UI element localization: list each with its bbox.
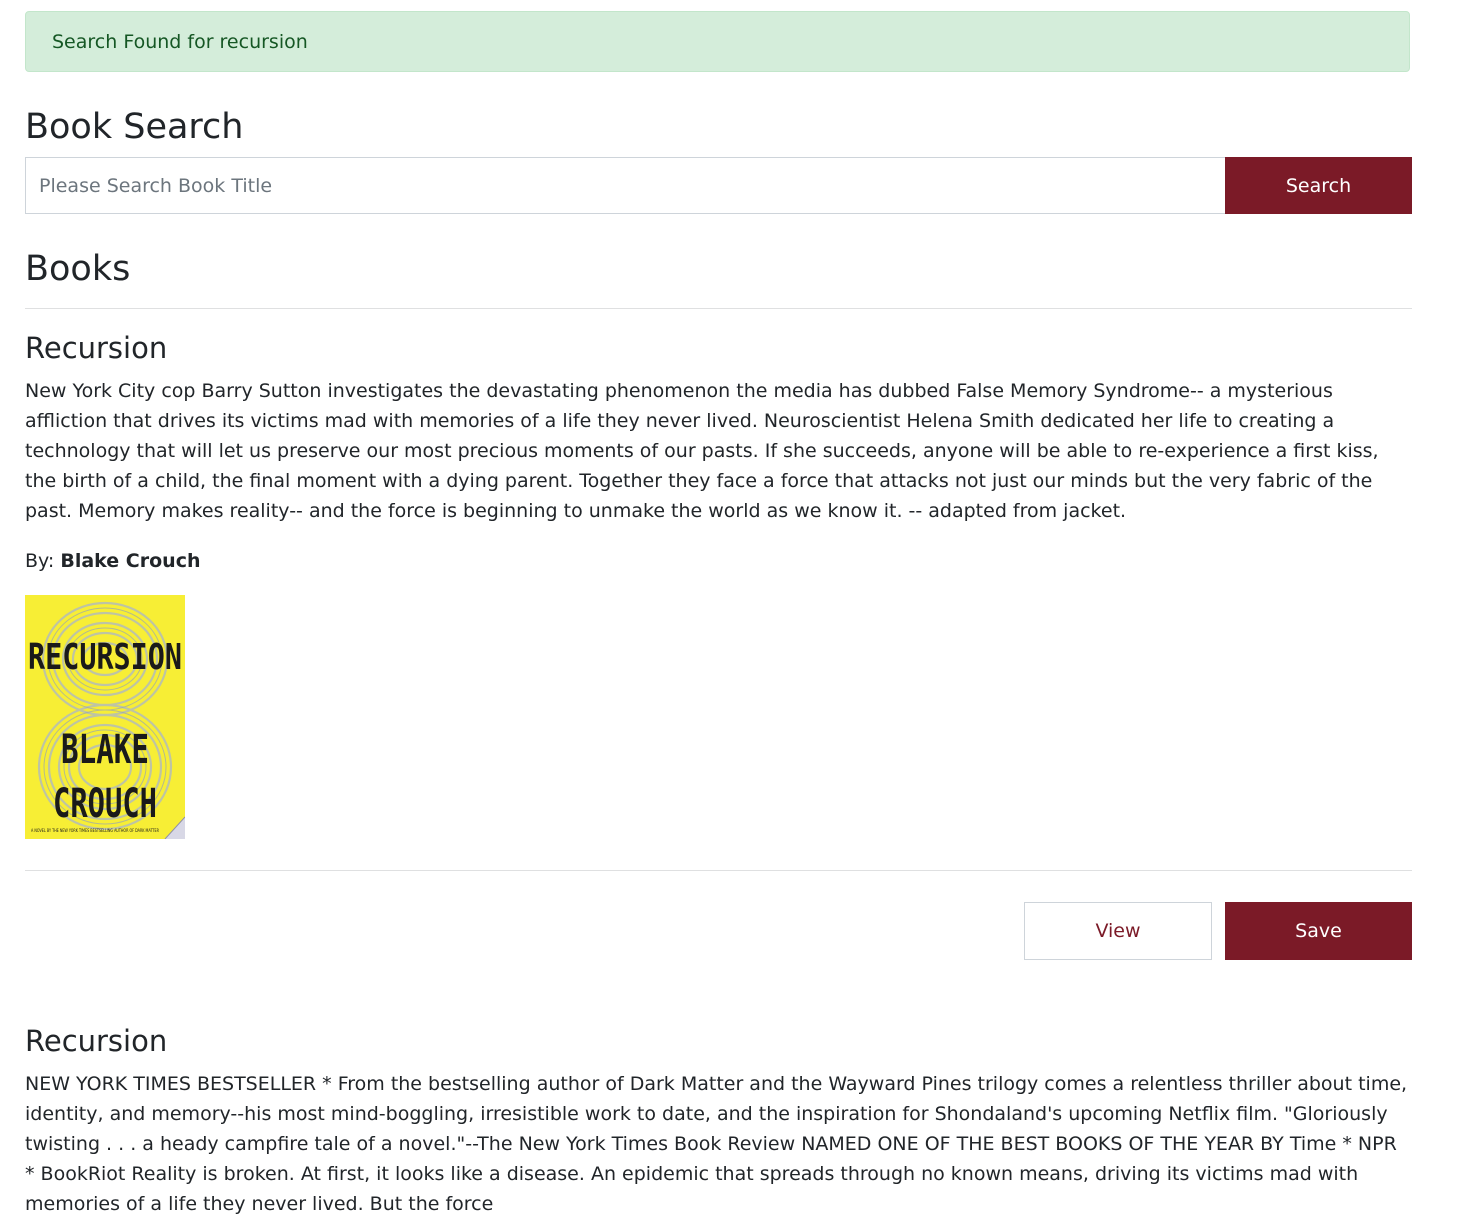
alert-text: Search Found for recursion <box>52 31 308 53</box>
view-button[interactable]: View <box>1024 902 1212 960</box>
search-input[interactable] <box>25 157 1226 214</box>
cover-title-text: RECURSION <box>28 637 182 678</box>
book-description: New York City cop Barry Sutton investiga… <box>25 380 1379 522</box>
by-label: By: <box>25 550 55 572</box>
book-search-heading: Book Search <box>25 107 244 147</box>
cover-tagline: A NOVEL BY THE NEW YORK TIMES BESTSELLIN… <box>31 828 159 833</box>
search-form: Search <box>25 157 1412 214</box>
save-button[interactable]: Save <box>1225 902 1412 960</box>
search-button[interactable]: Search <box>1225 157 1412 214</box>
search-result-alert: Search Found for recursion <box>25 11 1410 72</box>
book-title: Recursion <box>25 1024 168 1058</box>
cover-author-first: BLAKE <box>61 727 149 773</box>
book-author-line: By: Blake Crouch <box>25 547 200 575</box>
book-author: Blake Crouch <box>60 550 201 572</box>
cover-author-last: CROUCH <box>53 781 157 827</box>
book-title: Recursion <box>25 331 168 365</box>
book-cover-image: RECURSION BLAKE CROUCH A NOVEL BY THE NE… <box>25 595 185 839</box>
divider <box>25 870 1412 871</box>
book-description: NEW YORK TIMES BESTSELLER * From the bes… <box>25 1073 1408 1215</box>
books-heading: Books <box>25 249 131 289</box>
divider <box>25 308 1412 309</box>
